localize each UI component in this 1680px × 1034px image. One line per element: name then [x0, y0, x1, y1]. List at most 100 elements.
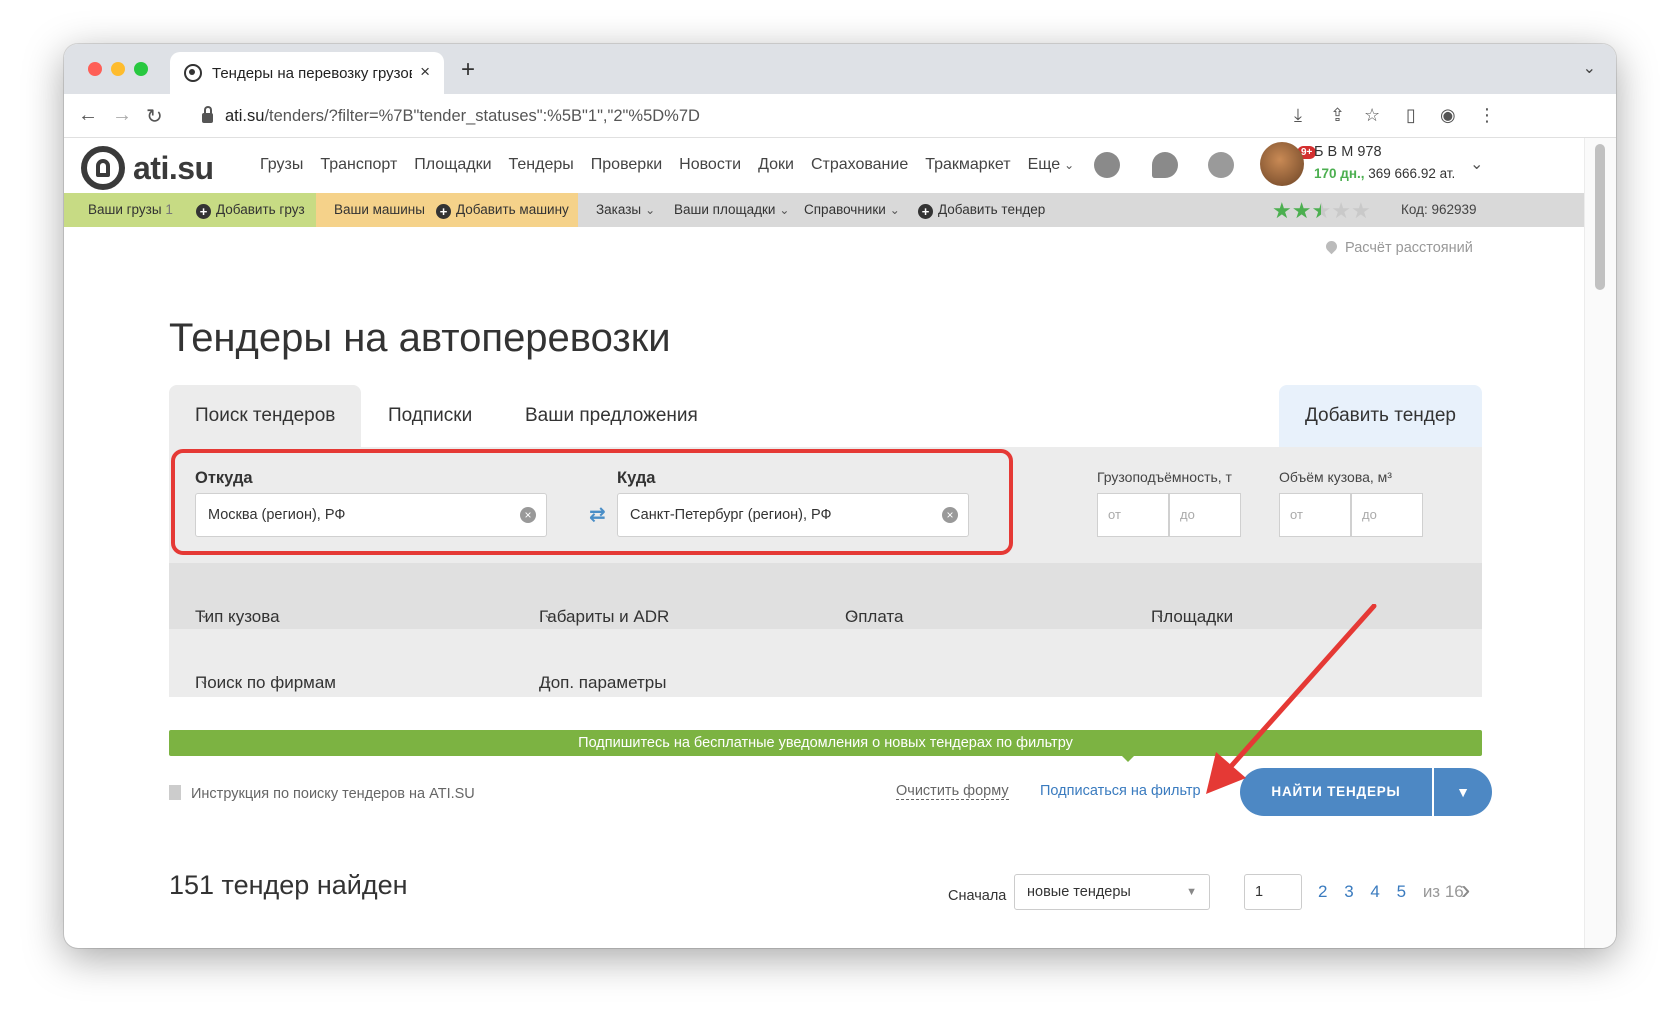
subscribe-filter-link[interactable]: Подписаться на фильтр — [1040, 783, 1201, 799]
share-icon[interactable]: ⇪ — [1330, 105, 1345, 126]
your-cargo-link[interactable]: Ваши грузы 1 — [88, 202, 173, 217]
volume-from-input[interactable]: от — [1279, 493, 1351, 537]
side-panel-icon[interactable]: ▯ — [1406, 105, 1416, 126]
annotation-arrow — [1206, 604, 1377, 794]
tab-title: Тендеры на перевозку грузов — [212, 64, 412, 82]
logo-text: ati.su — [133, 149, 214, 186]
nav-item-cargo[interactable]: Грузы — [260, 156, 303, 174]
document-icon — [169, 785, 181, 800]
your-trucks-link[interactable]: Ваши машины — [334, 202, 425, 217]
chevron-down-icon: ⌄ — [543, 607, 554, 621]
tab-your-offers[interactable]: Ваши предложения — [499, 385, 724, 447]
rating-stars: ★★★★★ — [1272, 198, 1371, 224]
tab-add-tender[interactable]: Добавить тендер — [1278, 385, 1482, 447]
ati-logo-icon — [81, 146, 125, 190]
chevron-down-icon: ⌄ — [199, 673, 210, 687]
maximize-window-button[interactable] — [134, 62, 148, 76]
capacity-to-input[interactable]: до — [1169, 493, 1241, 537]
plus-icon: + — [196, 204, 211, 219]
page-number-input[interactable]: 1 — [1244, 874, 1302, 910]
user-menu-chevron-icon[interactable]: ⌄ — [1470, 154, 1483, 174]
close-window-button[interactable] — [88, 62, 102, 76]
page-link[interactable]: 3 — [1344, 882, 1353, 901]
star-icon: ★ — [1291, 198, 1312, 223]
tab-list-chevron-icon[interactable]: ⌄ — [1583, 58, 1596, 78]
tab-search-tenders[interactable]: Поиск тендеров — [169, 385, 362, 447]
install-icon[interactable]: ⤓ — [1294, 105, 1302, 126]
nav-item-truckmarket[interactable]: Тракмаркет — [925, 156, 1010, 174]
nav-item-docs[interactable]: Доки — [758, 156, 794, 174]
browser-tab[interactable]: Тендеры на перевозку грузов × — [170, 52, 444, 94]
chevron-down-icon: ⌄ — [889, 203, 900, 217]
add-tender-link[interactable]: + Добавить тендер — [918, 202, 1045, 219]
page-title: Тендеры на автоперевозки — [169, 316, 671, 360]
sub-toolbar: Ваши грузы 1 + Добавить груз Ваши машины … — [64, 193, 1584, 227]
lock-icon — [202, 106, 213, 123]
nav-item-insurance[interactable]: Страхование — [811, 156, 908, 174]
tab-subscriptions[interactable]: Подписки — [362, 385, 498, 447]
sort-label: Сначала — [948, 888, 1007, 904]
add-truck-button[interactable]: + Добавить машину — [436, 202, 569, 219]
bookmark-star-icon[interactable]: ☆ — [1364, 105, 1380, 126]
orders-dropdown[interactable]: Заказы ⌄ — [596, 202, 655, 217]
plus-icon: + — [436, 204, 451, 219]
address-bar[interactable]: ati.su/tenders/?filter=%7B"tender_status… — [190, 100, 1280, 132]
chat-icon[interactable] — [1152, 152, 1178, 178]
tab-close-icon[interactable]: × — [420, 62, 430, 82]
route-highlight-box — [171, 449, 1013, 555]
add-cargo-button[interactable]: + Добавить груз — [196, 202, 305, 219]
nav-item-more[interactable]: Еще ⌄ — [1028, 156, 1075, 174]
volume-label: Объём кузова, м³ — [1279, 469, 1392, 485]
reload-icon[interactable]: ↻ — [146, 104, 163, 129]
chevron-down-icon: ⌄ — [199, 607, 210, 621]
site-logo[interactable]: ati.su — [81, 146, 214, 190]
clear-form-link[interactable]: Очистить форму — [896, 783, 1009, 800]
capacity-label: Грузоподъёмность, т — [1097, 469, 1232, 485]
chevron-down-icon: ⌄ — [1155, 607, 1166, 621]
browser-window: Тендеры на перевозку грузов × + ⌄ ← → ↻ … — [64, 44, 1616, 948]
scroll-thumb[interactable] — [1595, 144, 1605, 290]
page-link[interactable]: 2 — [1318, 882, 1327, 901]
star-icon: ★ — [1350, 198, 1371, 223]
find-options-dropdown[interactable]: ▼ — [1434, 768, 1492, 816]
page-link[interactable]: 4 — [1370, 882, 1379, 901]
distance-calc-link[interactable]: Расчёт расстояний — [1323, 238, 1473, 256]
profile-icon[interactable]: ◉ — [1440, 105, 1456, 126]
your-platforms-dropdown[interactable]: Ваши площадки ⌄ — [674, 202, 789, 217]
nav-item-transport[interactable]: Транспорт — [320, 156, 397, 174]
user-search-icon[interactable] — [1094, 152, 1120, 178]
sort-select[interactable]: новые тендеры ▼ — [1014, 874, 1210, 910]
next-page-icon[interactable]: › — [1461, 874, 1470, 906]
nav-item-checks[interactable]: Проверки — [591, 156, 662, 174]
avatar[interactable] — [1260, 142, 1304, 186]
browser-titlebar: Тендеры на перевозку грузов × + ⌄ — [64, 44, 1616, 94]
main-nav: Грузы Транспорт Площадки Тендеры Проверк… — [260, 156, 1074, 174]
nav-item-news[interactable]: Новости — [679, 156, 741, 174]
directories-dropdown[interactable]: Справочники ⌄ — [804, 202, 900, 217]
user-balance: 170 дн., 369 666.92 ат. — [1314, 166, 1456, 181]
instruction-link[interactable]: Инструкция по поиску тендеров на ATI.SU — [169, 785, 475, 802]
back-icon[interactable]: ← — [78, 104, 98, 127]
star-icon: ★ — [1331, 198, 1351, 223]
user-code: Код: 962939 — [1401, 202, 1477, 217]
tenders-tabs: Поиск тендеров Подписки Ваши предложения… — [169, 385, 1482, 447]
forward-icon[interactable]: → — [112, 104, 132, 127]
page-link[interactable]: 5 — [1397, 882, 1406, 901]
nav-item-tenders[interactable]: Тендеры — [509, 156, 574, 174]
capacity-from-input[interactable]: от — [1097, 493, 1169, 537]
minimize-window-button[interactable] — [111, 62, 125, 76]
new-tab-icon[interactable]: + — [461, 56, 475, 84]
chevron-down-icon: ⌄ — [543, 673, 554, 687]
volume-to-input[interactable]: до — [1351, 493, 1423, 537]
star-half-icon: ★ — [1311, 198, 1332, 223]
url-text: ati.su/tenders/?filter=%7B"tender_status… — [225, 106, 700, 125]
nav-item-platforms[interactable]: Площадки — [414, 156, 491, 174]
page-scrollbar[interactable] — [1584, 138, 1616, 948]
user-name[interactable]: Б В М 978 — [1314, 144, 1382, 160]
site-favicon-icon — [184, 64, 202, 82]
notifications-icon[interactable] — [1208, 152, 1234, 178]
chevron-down-icon: ⌄ — [645, 203, 656, 217]
menu-kebab-icon[interactable]: ⋮ — [1478, 105, 1496, 126]
pagination: 2 3 4 5 из 16 — [1318, 882, 1476, 902]
chevron-down-icon: ⌄ — [849, 607, 860, 621]
